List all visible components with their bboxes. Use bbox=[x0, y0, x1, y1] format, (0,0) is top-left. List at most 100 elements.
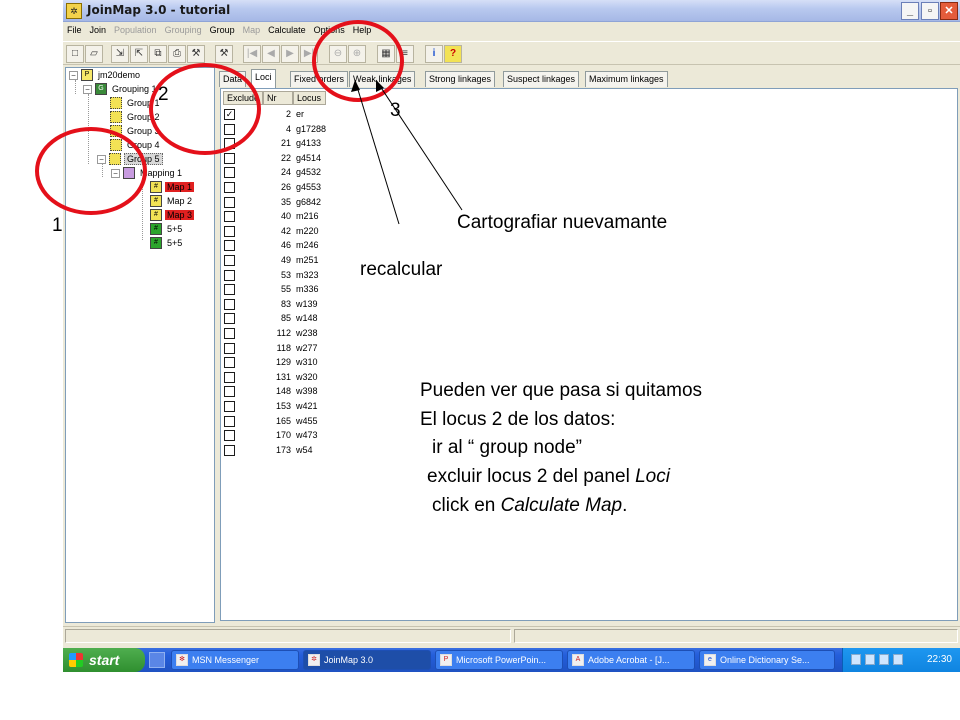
table-row[interactable]: 22 g4514 bbox=[221, 152, 421, 166]
open-folder-icon[interactable]: ▱ bbox=[85, 45, 103, 63]
menu-map[interactable]: Map bbox=[239, 22, 265, 35]
collapse-icon[interactable]: − bbox=[83, 84, 92, 94]
print-icon[interactable]: ⎙ bbox=[168, 45, 186, 63]
task-joinmap[interactable]: ✲ JoinMap 3.0 bbox=[303, 650, 431, 670]
msn-icon: ✻ bbox=[176, 654, 188, 666]
exclude-checkbox[interactable] bbox=[224, 298, 235, 310]
exclude-checkbox[interactable] bbox=[224, 196, 235, 208]
task-acrobat[interactable]: A Adobe Acrobat - [J... bbox=[567, 650, 695, 670]
import-icon[interactable]: ⇲ bbox=[111, 45, 129, 63]
header-locus[interactable]: Locus bbox=[293, 91, 326, 105]
exclude-checkbox[interactable] bbox=[224, 167, 235, 179]
table-row[interactable]: 35 g6842 bbox=[221, 196, 421, 210]
task-powerpoint[interactable]: P Microsoft PowerPoin... bbox=[435, 650, 563, 670]
table-row[interactable]: 24 g4532 bbox=[221, 166, 421, 180]
exclude-checkbox[interactable] bbox=[224, 342, 235, 354]
loci-list[interactable]: Exclude Nr Locus ✓ 2 er 4 g17288 21 g4133 22 g45… bbox=[220, 88, 958, 621]
network-icon[interactable] bbox=[865, 654, 875, 665]
info-icon[interactable]: i bbox=[425, 45, 443, 63]
table-row[interactable]: 131 w320 bbox=[221, 371, 421, 385]
exclude-checkbox[interactable] bbox=[224, 444, 235, 456]
messenger-tray-icon[interactable] bbox=[879, 654, 889, 665]
table-row[interactable]: 118 w277 bbox=[221, 342, 421, 356]
exclude-checkbox[interactable] bbox=[224, 182, 235, 193]
security-icon[interactable] bbox=[893, 654, 903, 665]
table-row[interactable]: 148 w398 bbox=[221, 385, 421, 399]
table-row[interactable]: 153 w421 bbox=[221, 400, 421, 414]
export-icon[interactable]: ⇱ bbox=[130, 45, 148, 63]
instruction-line-5: click en Calculate Map. bbox=[432, 495, 628, 516]
hammer-icon[interactable]: ⚒ bbox=[215, 45, 233, 63]
remap-label: Cartografiar nuevamante bbox=[457, 212, 668, 233]
exclude-checkbox[interactable] bbox=[224, 240, 235, 252]
tree-node-map-4[interactable]: #5+5 bbox=[150, 223, 184, 236]
tree-node-map-3[interactable]: # Map 3 bbox=[150, 209, 195, 222]
instruction-line-1: Pueden ver que pasa si quitamos bbox=[420, 380, 703, 401]
table-row[interactable]: 173 w54 bbox=[221, 444, 421, 458]
help-icon[interactable]: ? bbox=[444, 45, 462, 63]
tab-suspect-linkages[interactable]: Suspect linkages bbox=[503, 71, 580, 87]
table-row[interactable]: 112 w238 bbox=[221, 327, 421, 341]
task-online-dictionary[interactable]: e Online Dictionary Se... bbox=[699, 650, 835, 670]
tab-strong-linkages[interactable]: Strong linkages bbox=[425, 71, 496, 87]
tree-node-project[interactable]: − Pjm20demo bbox=[69, 69, 142, 82]
copy-icon[interactable]: ⧉ bbox=[149, 45, 167, 63]
tab-loci[interactable]: Loci bbox=[251, 69, 276, 88]
exclude-checkbox[interactable] bbox=[224, 225, 235, 237]
new-file-icon[interactable]: □ bbox=[66, 45, 84, 63]
exclude-checkbox[interactable] bbox=[224, 313, 235, 325]
exclude-checkbox[interactable] bbox=[224, 152, 235, 164]
prev-icon[interactable]: ◀ bbox=[262, 45, 280, 63]
tree-node-map-2[interactable]: # Map 2 bbox=[150, 195, 194, 208]
quick-launch-icon[interactable] bbox=[149, 652, 165, 668]
exclude-checkbox[interactable] bbox=[224, 284, 235, 296]
exclude-checkbox[interactable] bbox=[224, 211, 235, 223]
collapse-icon[interactable]: − bbox=[69, 70, 78, 80]
tree-node-map-5[interactable]: #5+5 bbox=[150, 237, 184, 250]
exclude-checkbox[interactable] bbox=[224, 430, 235, 442]
task-msn-messenger[interactable]: ✻ MSN Messenger bbox=[171, 650, 299, 670]
menu-calculate[interactable]: Calculate bbox=[264, 22, 310, 35]
table-row[interactable]: 42 m220 bbox=[221, 225, 421, 239]
first-icon[interactable]: |◀ bbox=[243, 45, 261, 63]
table-row[interactable]: 55 m336 bbox=[221, 283, 421, 297]
menu-group[interactable]: Group bbox=[206, 22, 239, 35]
joinmap-app-icon[interactable]: ✲ bbox=[66, 3, 82, 19]
table-row[interactable]: 85 w148 bbox=[221, 312, 421, 326]
table-row[interactable]: 26 g4553 bbox=[221, 181, 421, 195]
minimize-button[interactable]: _ bbox=[901, 2, 919, 20]
locus-number: 131 bbox=[275, 371, 291, 382]
tree-node-map-1[interactable]: # Map 1 bbox=[150, 181, 195, 194]
tools-icon[interactable]: ⚒ bbox=[187, 45, 205, 63]
exclude-checkbox[interactable] bbox=[224, 401, 235, 412]
menu-file[interactable]: File bbox=[63, 22, 86, 35]
table-row[interactable]: 170 w473 bbox=[221, 429, 421, 443]
header-nr[interactable]: Nr bbox=[263, 91, 293, 105]
tree-node-grouping[interactable]: − G Grouping 1 bbox=[83, 83, 159, 96]
exclude-checkbox[interactable] bbox=[224, 255, 235, 266]
tab-maximum-linkages[interactable]: Maximum linkages bbox=[585, 71, 668, 87]
menu-join[interactable]: Join bbox=[86, 22, 111, 35]
table-row[interactable]: 129 w310 bbox=[221, 356, 421, 370]
locus-name: w473 bbox=[296, 430, 318, 441]
close-button[interactable]: ✕ bbox=[940, 2, 958, 20]
exclude-checkbox[interactable] bbox=[224, 269, 235, 281]
next-icon[interactable]: ▶ bbox=[281, 45, 299, 63]
menu-population[interactable]: Population bbox=[110, 22, 161, 35]
table-row[interactable]: 40 m216 bbox=[221, 210, 421, 224]
table-row[interactable]: 21 g4133 bbox=[221, 137, 421, 151]
exclude-checkbox[interactable] bbox=[224, 328, 235, 339]
group-icon bbox=[110, 111, 122, 123]
exclude-checkbox[interactable] bbox=[224, 415, 235, 427]
exclude-checkbox[interactable] bbox=[224, 357, 235, 369]
menu-grouping[interactable]: Grouping bbox=[161, 22, 206, 35]
exclude-checkbox[interactable] bbox=[224, 386, 235, 398]
title-bar[interactable]: ✲ JoinMap 3.0 - tutorial _ ▫ ✕ bbox=[63, 0, 960, 22]
table-row[interactable]: 165 w455 bbox=[221, 415, 421, 429]
volume-icon[interactable] bbox=[851, 654, 861, 665]
start-button[interactable]: start bbox=[63, 648, 145, 672]
maximize-button[interactable]: ▫ bbox=[921, 2, 939, 20]
table-row[interactable]: 46 m246 bbox=[221, 239, 421, 253]
table-row[interactable]: 83 w139 bbox=[221, 298, 421, 312]
exclude-checkbox[interactable] bbox=[224, 371, 235, 383]
